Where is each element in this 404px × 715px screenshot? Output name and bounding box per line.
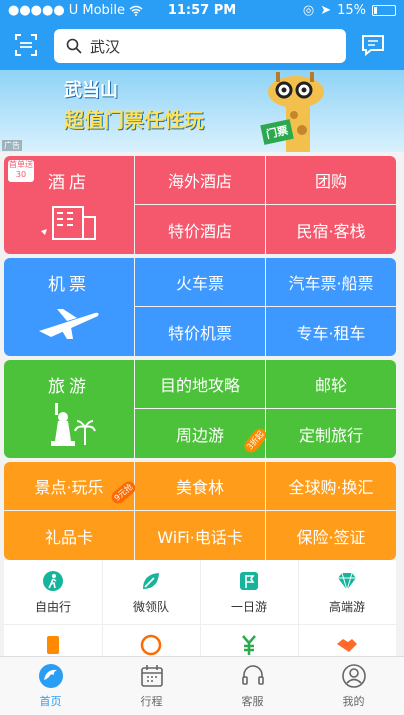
- nearby-travel-button[interactable]: 周边游: [135, 409, 265, 458]
- hotel-label: 酒店: [48, 173, 90, 193]
- home-dolphin-icon: [38, 664, 63, 688]
- tab-home[interactable]: 首页: [0, 657, 101, 715]
- rotation-lock-icon: ◎: [302, 3, 315, 18]
- travel-button[interactable]: 旅游: [4, 360, 134, 458]
- tab-customer-service[interactable]: 客服: [202, 657, 303, 715]
- flight-section: 机票 火车票 汽车票·船票 特价机票 专车·租车: [4, 258, 396, 356]
- food-button[interactable]: 美食林: [135, 462, 265, 510]
- train-ticket-button[interactable]: 火车票: [135, 258, 265, 306]
- insurance-visa-button[interactable]: 保险·签证: [266, 511, 396, 560]
- custom-travel-button[interactable]: 定制旅行: [266, 409, 396, 458]
- handshake-icon[interactable]: [336, 634, 358, 656]
- search-icon: [66, 38, 82, 54]
- user-icon: [341, 664, 366, 688]
- battery-icon: [372, 5, 396, 16]
- overseas-hotel-button[interactable]: 海外酒店: [135, 156, 265, 204]
- wifi-phone-card-button[interactable]: WiFi·电话卡: [135, 511, 265, 560]
- top-bar: ●●●●● U Mobile 11:57 PM ◎ ➤ 15% 武汉: [0, 0, 404, 70]
- ticket-icon[interactable]: [140, 634, 162, 656]
- bus-ship-ticket-button[interactable]: 汽车票·船票: [266, 258, 396, 306]
- flight-label: 机票: [48, 275, 90, 295]
- banner-title: 武当山: [64, 80, 118, 101]
- currency-icon[interactable]: [238, 634, 260, 656]
- tab-label: 首页: [39, 695, 62, 708]
- special-flight-button[interactable]: 特价机票: [135, 307, 265, 356]
- gift-card-button[interactable]: 礼品卡: [4, 511, 134, 560]
- car-rental-button[interactable]: 专车·租车: [266, 307, 396, 356]
- global-shopping-button[interactable]: 全球购·换汇: [266, 462, 396, 510]
- destination-guide-button[interactable]: 目的地攻略: [135, 360, 265, 408]
- bottom-tab-bar: 首页 行程 客服 我的: [0, 656, 404, 715]
- travel-section: 旅游 目的地攻略 邮轮 周边游 3折起 定制旅行: [4, 360, 396, 458]
- quick-item-label: 自由行: [34, 600, 71, 614]
- message-icon[interactable]: [360, 33, 386, 57]
- flag-icon: [240, 572, 258, 590]
- statue-of-liberty-icon: [51, 403, 96, 446]
- phone-icon[interactable]: [42, 634, 64, 656]
- quick-entry-panel: 自由行 微领队 一日游 高端游: [4, 560, 396, 656]
- walk-icon: [43, 571, 63, 591]
- calendar-icon: [140, 665, 163, 687]
- cruise-button[interactable]: 邮轮: [266, 360, 396, 408]
- flight-button[interactable]: 机票: [4, 258, 134, 356]
- giraffe-illustration: [268, 72, 324, 152]
- group-buy-button[interactable]: 团购: [266, 156, 396, 204]
- tab-label: 我的: [342, 695, 365, 708]
- airplane-icon: [39, 309, 99, 339]
- headset-icon: [241, 665, 264, 685]
- travel-label: 旅游: [48, 377, 90, 397]
- diamond-icon: [338, 572, 356, 592]
- quick-item-luxury-travel[interactable]: 高端游: [298, 560, 396, 622]
- quick-item-micro-leader[interactable]: 微领队: [102, 560, 200, 622]
- battery-percent: 15%: [337, 3, 366, 18]
- leaf-icon: [143, 573, 159, 589]
- location-icon: ➤: [320, 3, 332, 18]
- hotel-promo-tag: 首单送30: [8, 160, 34, 182]
- tab-itinerary[interactable]: 行程: [101, 657, 202, 715]
- homestay-button[interactable]: 民宿·客栈: [266, 205, 396, 254]
- hotel-section: 酒店 首单送30 海外酒店 团购 特价酒店 民宿·客栈: [4, 156, 396, 254]
- quick-item-label: 高端游: [328, 600, 365, 614]
- hotel-building-icon: [41, 206, 96, 240]
- tab-profile[interactable]: 我的: [303, 657, 404, 715]
- quick-item-day-trip[interactable]: 一日游: [200, 560, 298, 622]
- banner-subtitle: 超值门票任性玩: [64, 108, 204, 132]
- special-hotel-button[interactable]: 特价酒店: [135, 205, 265, 254]
- divider: [4, 624, 396, 625]
- tab-label: 行程: [140, 695, 163, 708]
- quick-item-label: 微领队: [132, 600, 169, 614]
- status-bar: ●●●●● U Mobile 11:57 PM ◎ ➤ 15%: [0, 0, 404, 22]
- misc-section: 景点·玩乐 9元抢 美食林 全球购·换汇 礼品卡 WiFi·电话卡 保险·签证: [4, 462, 396, 560]
- scan-icon[interactable]: [14, 33, 38, 57]
- tab-label: 客服: [241, 695, 264, 708]
- search-input[interactable]: 武汉: [54, 29, 346, 63]
- promo-banner[interactable]: 武当山 超值门票任性玩 门票 广告: [0, 70, 404, 152]
- search-value: 武汉: [90, 37, 121, 56]
- quick-item-independent-travel[interactable]: 自由行: [4, 560, 102, 622]
- quick-item-label: 一日游: [230, 600, 267, 614]
- ad-mark: 广告: [2, 140, 22, 151]
